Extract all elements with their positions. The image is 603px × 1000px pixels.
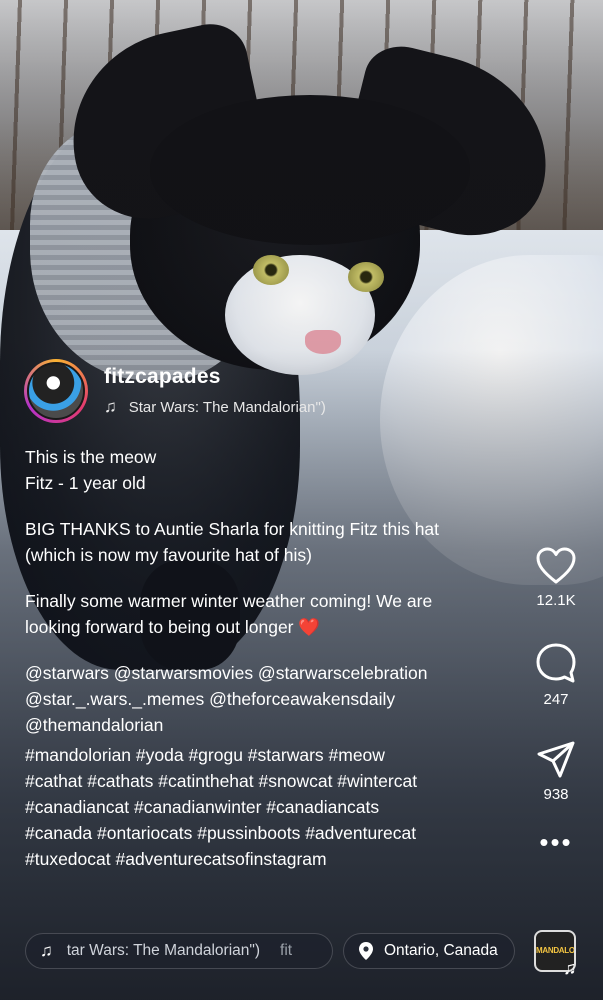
audio-pill-text: tar Wars: The Mandalorian") [66, 942, 261, 959]
avatar[interactable] [24, 359, 88, 423]
hashtag-line[interactable]: #tuxedocat #adventurecatsofinstagram [25, 846, 515, 872]
post-author[interactable]: fitzcapades ♫ Star Wars: The Mandalorian… [24, 359, 326, 423]
audio-thumb-label: MANDALORIAN [536, 946, 575, 955]
caption-line: BIG THANKS to Auntie Sharla for knitting… [25, 519, 440, 539]
location-pill[interactable]: Ontario, Canada [343, 933, 515, 969]
hashtag-line[interactable]: #canadiancat #canadianwinter #canadianca… [25, 794, 515, 820]
heart-emoji: ❤️ [298, 617, 321, 637]
location-text: Ontario, Canada [384, 942, 498, 959]
more-icon[interactable]: ••• [524, 829, 588, 855]
mention-line[interactable]: @starwars @starwarsmovies @starwarsceleb… [25, 660, 515, 686]
hashtag-line[interactable]: #mandolorian #yoda #grogu #starwars #meo… [25, 742, 515, 768]
music-note-icon: ♫ [104, 397, 117, 416]
author-info: fitzcapades ♫ Star Wars: The Mandalorian… [104, 365, 326, 417]
share-button[interactable]: 938 [524, 740, 588, 803]
hashtag-line[interactable]: #canada #ontariocats #pussinboots #adven… [25, 820, 515, 846]
music-note-icon: ♫ [40, 941, 53, 960]
caption-line: Finally some warmer winter weather comin… [25, 591, 433, 611]
mention-line[interactable]: @star._.wars._.memes @theforceawakensdai… [25, 686, 515, 712]
comment-count: 247 [543, 691, 569, 708]
music-note-icon: ♫ [563, 958, 577, 978]
heart-icon [536, 547, 576, 584]
comment-icon [536, 643, 576, 683]
audio-pill-extra: fit [280, 942, 293, 959]
like-button[interactable]: 12.1K [524, 546, 588, 609]
audio-pill[interactable]: ♫ tar Wars: The Mandalorian") fit [25, 933, 333, 969]
audio-title: Star Wars: The Mandalorian") [128, 398, 326, 416]
mention-line[interactable]: @themandalorian [25, 712, 515, 738]
caption-line: looking forward to being out longer ❤️ [25, 614, 515, 640]
action-rail: 12.1K 247 938 ••• [524, 546, 588, 855]
caption-line: Fitz - 1 year old [25, 473, 146, 493]
caption-line: (which is now my favourite hat of his) [25, 545, 312, 565]
share-count: 938 [543, 786, 569, 803]
caption-text: looking forward to being out longer [25, 617, 294, 637]
comment-button[interactable]: 247 [524, 641, 588, 708]
post-caption: This is the meow Fitz - 1 year old BIG T… [25, 444, 515, 872]
like-count: 12.1K [536, 592, 576, 609]
hashtag-line[interactable]: #cathat #cathats #catinthehat #snowcat #… [25, 768, 515, 794]
audio-link[interactable]: ♫ Star Wars: The Mandalorian") [104, 397, 326, 417]
send-icon [537, 741, 575, 778]
caption-line: This is the meow [25, 447, 157, 467]
location-pin-icon [359, 942, 373, 960]
username[interactable]: fitzcapades [104, 365, 326, 389]
avatar-image [27, 362, 85, 420]
